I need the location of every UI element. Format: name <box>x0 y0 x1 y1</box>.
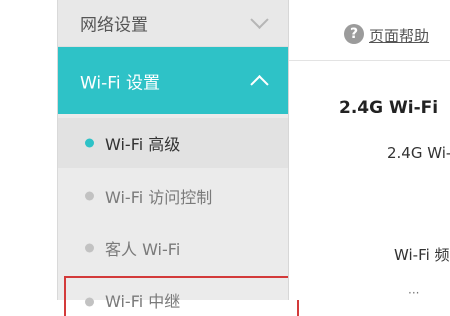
dot-icon <box>85 191 94 201</box>
highlight-box <box>64 276 299 316</box>
sidebar: 网络设置 Wi-Fi 设置 Wi-Fi 高级 Wi-Fi 访问控制 客人 Wi-… <box>58 0 288 311</box>
sidebar-subitem-wifi-access-control[interactable]: Wi-Fi 访问控制 <box>58 170 288 222</box>
band-label: 2.4G Wi- <box>387 144 450 162</box>
sidebar-item-label: 网络设置 <box>80 15 148 36</box>
chevron-down-icon <box>250 10 269 29</box>
sidebar-item-label: Wi-Fi 设置 <box>80 73 160 93</box>
active-dot-icon <box>85 138 94 148</box>
sidebar-item-wifi-settings[interactable]: Wi-Fi 设置 <box>58 47 288 114</box>
section-title: 2.4G Wi-Fi <box>339 98 439 118</box>
sidebar-subitem-label: Wi-Fi 高级 <box>105 135 181 154</box>
question-icon: ? <box>344 24 364 44</box>
left-gutter <box>0 0 58 300</box>
frequency-label: Wi-Fi 频 <box>394 246 450 264</box>
chevron-up-icon <box>250 74 269 93</box>
sidebar-subitem-label: 客人 Wi-Fi <box>105 240 181 259</box>
sidebar-subitem-guest-wifi[interactable]: 客人 Wi-Fi <box>58 222 288 274</box>
dot-icon <box>85 243 94 253</box>
help-link[interactable]: 页面帮助 <box>369 25 429 46</box>
divider <box>289 60 450 61</box>
sidebar-subitem-label: Wi-Fi 访问控制 <box>105 188 213 207</box>
sidebar-item-network-settings[interactable]: 网络设置 <box>58 0 288 47</box>
sidebar-subitem-wifi-advanced[interactable]: Wi-Fi 高级 <box>58 118 288 168</box>
bottom-fragment: ··· <box>408 286 420 300</box>
main-content: ? 页面帮助 2.4G Wi-Fi 2.4G Wi- Wi-Fi 频 ··· <box>289 0 450 300</box>
